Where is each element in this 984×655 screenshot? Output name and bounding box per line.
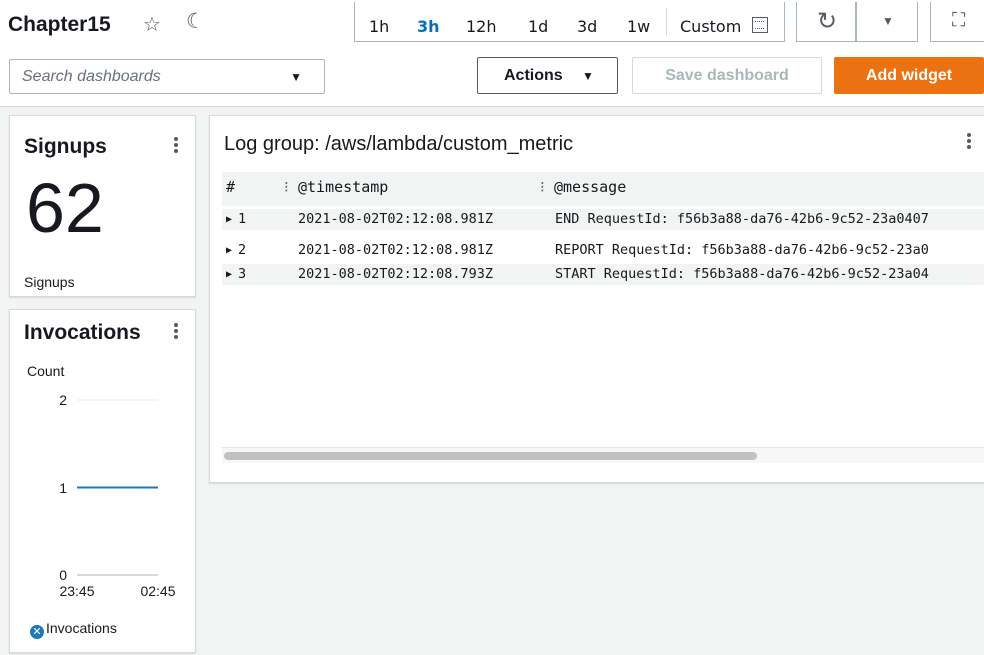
caret-down-icon: ▼ <box>882 14 894 28</box>
kebab-menu-icon[interactable] <box>174 137 178 155</box>
table-row[interactable]: ▶ 2 2021-08-02T02:12:08.981Z REPORT Requ… <box>222 240 984 261</box>
search-input[interactable] <box>10 60 280 93</box>
favorite-star-icon[interactable]: ☆ <box>143 12 161 37</box>
row-index: 3 <box>238 266 247 282</box>
dashboard-toolbar: ▼ Actions ▼ Save dashboard Add widget <box>0 50 984 107</box>
fullscreen-button[interactable]: ⛶ <box>930 2 984 42</box>
row-index: 1 <box>238 211 247 227</box>
scrollbar-thumb[interactable] <box>224 452 757 460</box>
legend-label: Invocations <box>46 620 117 636</box>
y-tick-label: 1 <box>59 480 67 496</box>
time-range-1h[interactable]: 1h <box>369 17 389 36</box>
invocations-widget: Invocations Count 2 1 0 23:45 02:45 ✕ Inv… <box>9 309 196 653</box>
expand-row-icon[interactable]: ▶ <box>226 214 232 225</box>
column-header-message[interactable]: @message <box>554 178 626 196</box>
column-menu-icon[interactable]: ⁝ <box>540 178 545 196</box>
row-index: 2 <box>238 242 247 258</box>
search-dashboards-field[interactable]: ▼ <box>9 59 325 94</box>
widget-title: Signups <box>24 135 107 158</box>
widget-title: Invocations <box>24 321 141 344</box>
refresh-icon: ↻ <box>817 8 838 35</box>
column-header-index: # <box>226 178 236 196</box>
metric-label: Signups <box>24 274 75 290</box>
actions-label: Actions <box>504 67 563 84</box>
time-range-3d[interactable]: 3d <box>577 17 597 36</box>
x-tick-label: 23:45 <box>59 583 94 599</box>
add-widget-button[interactable]: Add widget <box>834 57 984 94</box>
kebab-menu-icon[interactable] <box>174 323 178 341</box>
time-range-12h[interactable]: 12h <box>466 17 497 36</box>
time-range-picker: 1h 3h 12h 1d 3d 1w Custom <box>354 2 785 42</box>
table-header: # ⁝ @timestamp ⁝ @message <box>222 172 984 206</box>
column-header-timestamp[interactable]: @timestamp <box>298 178 388 196</box>
calendar-icon[interactable] <box>752 17 768 33</box>
y-tick-label: 0 <box>59 567 67 583</box>
row-message: REPORT RequestId: f56b3a88-da76-42b6-9c5… <box>555 242 929 258</box>
refresh-button[interactable]: ↻ <box>796 2 856 42</box>
row-message: START RequestId: f56b3a88-da76-42b6-9c52… <box>555 266 929 282</box>
expand-row-icon[interactable]: ▶ <box>226 245 232 256</box>
time-range-1d[interactable]: 1d <box>528 17 548 36</box>
kebab-menu-icon[interactable] <box>967 133 971 151</box>
signups-widget: Signups 62 Signups <box>9 115 196 297</box>
divider <box>666 8 667 36</box>
actions-button[interactable]: Actions ▼ <box>477 57 618 94</box>
dark-mode-moon-icon[interactable]: ☾ <box>186 9 205 34</box>
x-tick-label: 02:45 <box>140 583 175 599</box>
expand-row-icon[interactable]: ▶ <box>226 269 232 280</box>
y-axis-unit-label: Count <box>27 363 65 379</box>
time-range-3h[interactable]: 3h <box>417 17 440 36</box>
widget-title: Log group: /aws/lambda/custom_metric <box>224 133 574 155</box>
refresh-options-dropdown[interactable]: ▼ <box>856 2 918 42</box>
row-timestamp: 2021-08-02T02:12:08.981Z <box>298 242 494 258</box>
custom-range-button[interactable]: Custom <box>680 17 741 36</box>
chart-legend[interactable]: ✕ Invocations <box>30 620 117 639</box>
row-timestamp: 2021-08-02T02:12:08.981Z <box>298 211 494 227</box>
dashboard-header: Chapter15 ☆ ☾ 1h 3h 12h 1d 3d 1w Custom … <box>0 0 984 50</box>
table-row[interactable]: ▶ 1 2021-08-02T02:12:08.981Z END Request… <box>222 209 984 230</box>
column-menu-icon[interactable]: ⁝ <box>284 178 289 196</box>
row-message: END RequestId: f56b3a88-da76-42b6-9c52-2… <box>555 211 929 227</box>
y-tick-label: 2 <box>59 392 67 408</box>
metric-value: 62 <box>26 169 104 247</box>
caret-down-icon: ▼ <box>582 69 594 83</box>
dashboard-title: Chapter15 <box>8 13 111 36</box>
log-group-widget: Log group: /aws/lambda/custom_metric # ⁝… <box>209 115 984 483</box>
legend-toggle-icon[interactable]: ✕ <box>30 625 44 639</box>
fullscreen-icon: ⛶ <box>952 10 966 31</box>
table-row[interactable]: ▶ 3 2021-08-02T02:12:08.793Z START Reque… <box>222 264 984 285</box>
row-timestamp: 2021-08-02T02:12:08.793Z <box>298 266 494 282</box>
chevron-down-icon[interactable]: ▼ <box>290 70 302 84</box>
save-dashboard-button[interactable]: Save dashboard <box>632 57 822 94</box>
time-range-1w[interactable]: 1w <box>627 17 650 36</box>
horizontal-scrollbar[interactable] <box>222 447 984 463</box>
invocations-line-chart: 2 1 0 23:45 02:45 <box>59 392 176 599</box>
